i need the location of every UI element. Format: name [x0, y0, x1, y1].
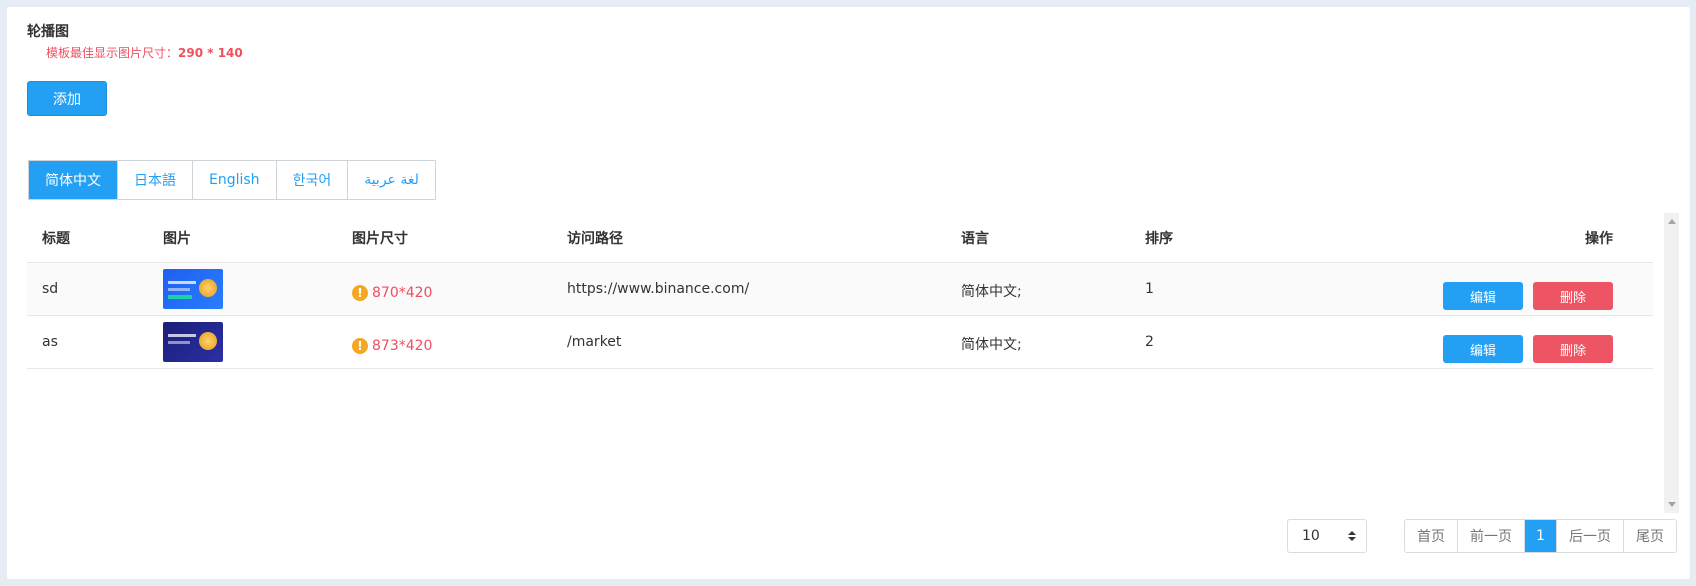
table-row: sd ! 870*420 https://www.binance.com/ 简体…	[27, 263, 1653, 316]
row-image	[163, 263, 223, 315]
banner-thumbnail[interactable]	[163, 322, 223, 362]
header-image: 图片	[163, 230, 191, 247]
row-image-size: ! 873*420	[352, 316, 432, 368]
hint-size: 290 * 140	[178, 46, 243, 60]
table-row: as ! 873*420 /market 简体中文; 2 编辑 删除	[27, 316, 1653, 369]
row-ops: 编辑 删除	[1443, 263, 1613, 315]
warning-icon: !	[352, 338, 368, 354]
row-ops: 编辑 删除	[1443, 316, 1613, 368]
row-image-size: ! 870*420	[352, 263, 432, 315]
header-path: 访问路径	[567, 230, 623, 247]
prev-page-button[interactable]: 前一页	[1457, 520, 1524, 552]
language-tabs: 简体中文 日本語 English 한국어 لغة عربية	[28, 160, 436, 200]
page-size-select[interactable]: 10	[1287, 519, 1367, 553]
image-size-value: 870*420	[372, 285, 433, 301]
first-page-button[interactable]: 首页	[1405, 520, 1457, 552]
tab-en[interactable]: English	[192, 161, 276, 199]
hint-text: 模板最佳显示图片尺寸：	[46, 46, 179, 60]
image-size-hint: 模板最佳显示图片尺寸：290 * 140	[46, 44, 243, 61]
next-page-button[interactable]: 后一页	[1556, 520, 1623, 552]
header-ops: 操作	[1585, 230, 1613, 247]
content-card: 轮播图 模板最佳显示图片尺寸：290 * 140 添加 简体中文 日本語 Eng…	[7, 7, 1690, 579]
current-page-button[interactable]: 1	[1524, 520, 1556, 552]
row-image	[163, 316, 223, 368]
tab-ja[interactable]: 日本語	[117, 161, 192, 199]
header-image-size: 图片尺寸	[352, 230, 408, 247]
row-path: /market	[567, 334, 622, 350]
section-title: 轮播图	[27, 24, 69, 40]
select-caret-icon	[1348, 531, 1356, 541]
tab-ko[interactable]: 한국어	[275, 161, 348, 199]
row-title: sd	[42, 281, 59, 297]
table-scrollbar[interactable]	[1664, 213, 1679, 513]
warning-icon: !	[352, 285, 368, 301]
row-language: 简体中文;	[961, 284, 1022, 300]
scroll-up-icon[interactable]	[1668, 219, 1676, 224]
row-sort: 2	[1145, 334, 1154, 350]
header-title: 标题	[42, 230, 70, 247]
edit-button[interactable]: 编辑	[1443, 335, 1523, 363]
add-button[interactable]: 添加	[27, 81, 107, 116]
header-language: 语言	[961, 230, 989, 247]
row-sort: 1	[1145, 281, 1154, 297]
page-size-value: 10	[1302, 528, 1320, 544]
banner-thumbnail[interactable]	[163, 269, 223, 309]
table-header: 标题 图片 图片尺寸 访问路径 语言 排序 操作	[27, 213, 1653, 263]
scroll-down-icon[interactable]	[1668, 502, 1676, 507]
tab-ar[interactable]: لغة عربية	[347, 161, 435, 199]
tab-zh-cn[interactable]: 简体中文	[29, 161, 117, 199]
row-path: https://www.binance.com/	[567, 281, 750, 297]
delete-button[interactable]: 删除	[1533, 282, 1613, 310]
last-page-button[interactable]: 尾页	[1623, 520, 1676, 552]
row-title: as	[42, 334, 58, 350]
banner-table: 标题 图片 图片尺寸 访问路径 语言 排序 操作 sd ! 870*420 ht…	[27, 213, 1653, 463]
delete-button[interactable]: 删除	[1533, 335, 1613, 363]
edit-button[interactable]: 编辑	[1443, 282, 1523, 310]
header-sort: 排序	[1145, 230, 1173, 247]
pagination: 首页 前一页 1 后一页 尾页	[1404, 519, 1677, 553]
image-size-value: 873*420	[372, 338, 433, 354]
row-language: 简体中文;	[961, 337, 1022, 353]
